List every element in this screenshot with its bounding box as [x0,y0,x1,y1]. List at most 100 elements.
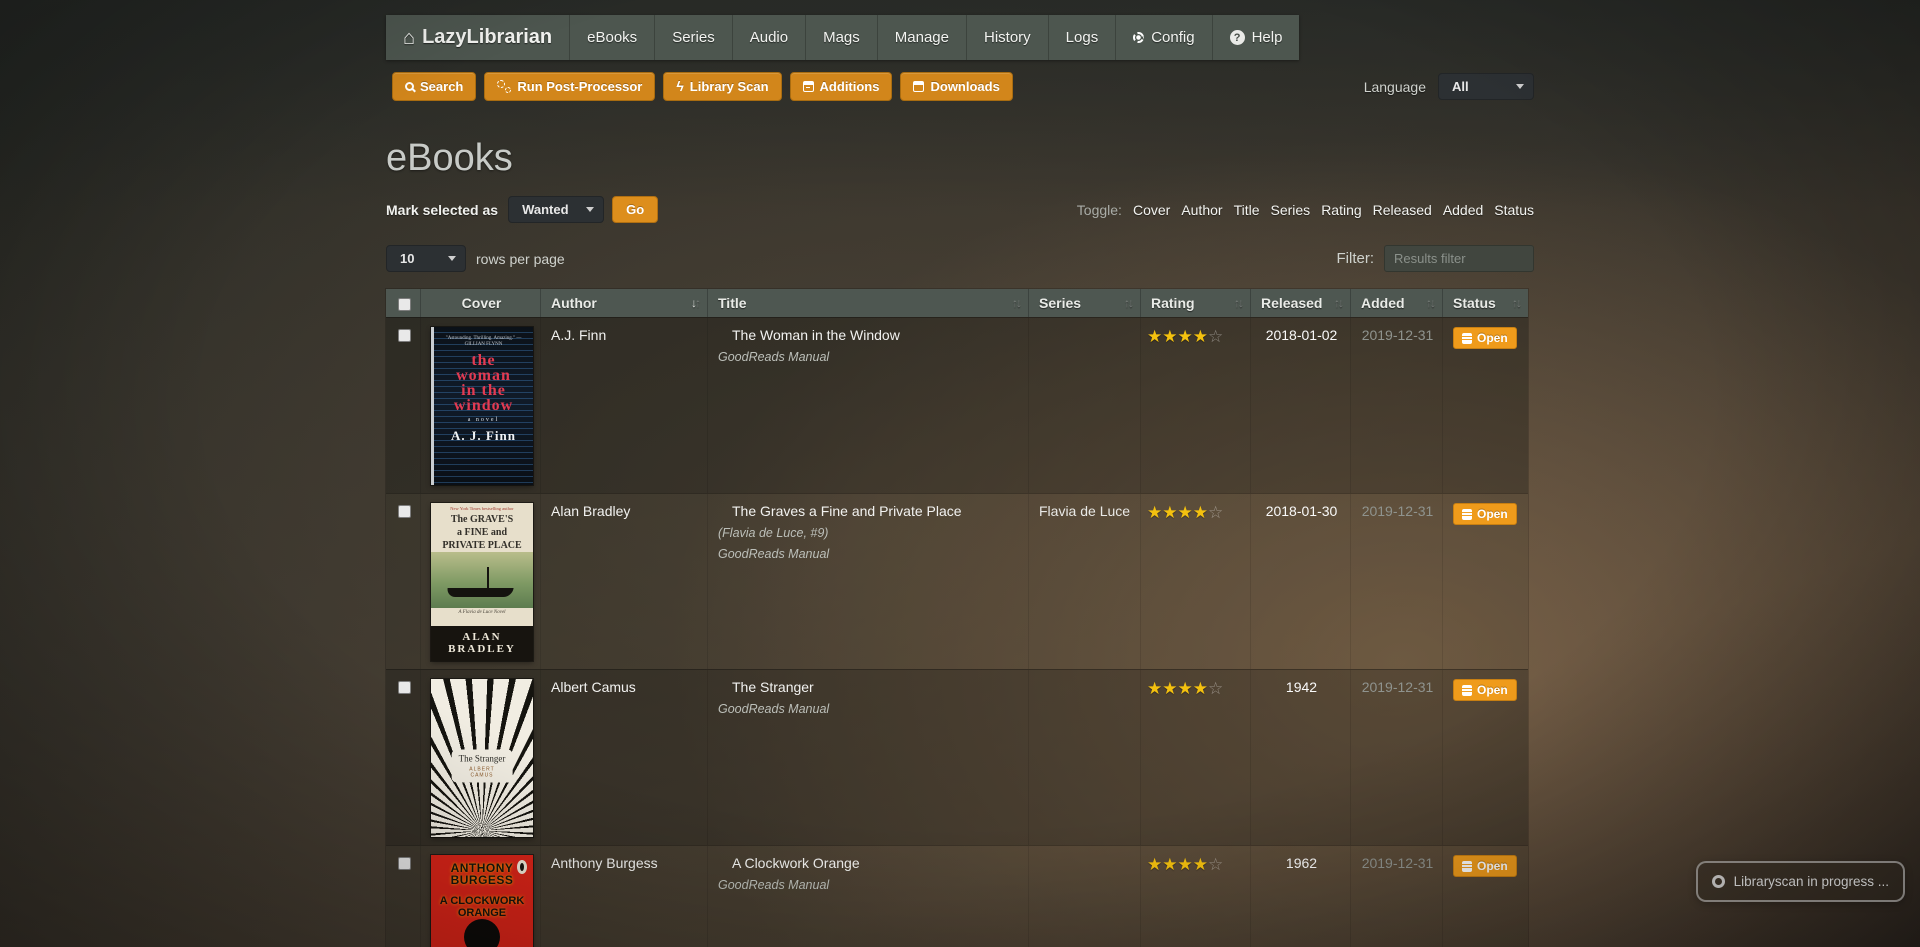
added-date: 2019-12-31 [1350,846,1442,947]
star-filled-icon: ★ [1147,855,1162,874]
open-button[interactable]: Open [1453,503,1517,525]
open-button[interactable]: Open [1453,327,1517,349]
toggle-title[interactable]: Title [1234,202,1260,218]
column-header-rating[interactable]: Rating ↑↓ [1140,289,1250,317]
nav-item-manage[interactable]: Manage [877,15,966,60]
nav-item-series[interactable]: Series [654,15,732,60]
go-button[interactable]: Go [612,196,658,223]
book-cover[interactable]: New York Times bestselling authorThe GRA… [431,503,532,661]
select-all-checkbox[interactable] [398,298,411,311]
title-link[interactable]: The Graves a Fine and Private Place [718,503,962,519]
search-icon [405,82,414,91]
added-date: 2019-12-31 [1350,494,1442,669]
book-cover[interactable]: The StrangerALBERT CAMUS [431,679,532,837]
series-note: (Flavia de Luce, #9) [718,526,1020,540]
released-date: 1942 [1250,670,1350,845]
nav-item-audio[interactable]: Audio [732,15,805,60]
sort-icon: ↓↑ [685,296,699,310]
author-link[interactable]: Alan Bradley [551,503,630,519]
nav-item-mags[interactable]: Mags [805,15,877,60]
sort-icon: ↑↓ [1228,296,1242,310]
table-header: Cover Author ↓↑ Title ↑↓ Series ↑↓ Ratin… [386,289,1528,317]
column-header-released[interactable]: Released ↑↓ [1250,289,1350,317]
book-cover[interactable]: "Astounding. Thrilling. Amazing." —GILLI… [431,327,532,485]
source-label: GoodReads Manual [718,547,1020,561]
toggle-released[interactable]: Released [1373,202,1432,218]
sort-icon: ↑↓ [1506,296,1520,310]
star-empty-icon: ☆ [1208,503,1223,522]
star-filled-icon: ★ [1147,503,1162,522]
column-header-status[interactable]: Status ↑↓ [1442,289,1528,317]
toggle-label: Toggle: [1077,202,1122,218]
source-label: GoodReads Manual [718,878,1020,892]
gear-icon [1133,32,1144,43]
star-empty-icon: ☆ [1208,327,1223,346]
toggle-series[interactable]: Series [1271,202,1311,218]
author-link[interactable]: A.J. Finn [551,327,606,343]
star-filled-icon: ★ [1193,327,1208,346]
lightning-icon: ϟ [676,80,683,93]
star-filled-icon: ★ [1178,503,1193,522]
filter-input[interactable] [1384,245,1534,272]
calendar-plus-icon [803,81,814,92]
author-link[interactable]: Albert Camus [551,679,636,695]
nav-item-help[interactable]: ? Help [1212,15,1300,60]
column-header-title[interactable]: Title ↑↓ [707,289,1028,317]
toggle-cover[interactable]: Cover [1133,202,1170,218]
toggle-group: Toggle: Cover Author Title Series Rating… [1077,202,1534,218]
row-checkbox[interactable] [398,681,411,694]
mark-row: Mark selected as Wanted Go Toggle: Cover… [386,196,1534,223]
author-link[interactable]: Anthony Burgess [551,855,658,871]
books-table-body: "Astounding. Thrilling. Amazing." —GILLI… [386,317,1528,947]
nav-item-config[interactable]: Config [1115,15,1211,60]
added-date: 2019-12-31 [1350,318,1442,493]
row-checkbox[interactable] [398,857,411,870]
nav-item-ebooks[interactable]: eBooks [569,15,654,60]
calendar-icon [913,81,924,92]
open-button[interactable]: Open [1453,679,1517,701]
column-header-cover[interactable]: Cover [420,289,540,317]
table-row: The StrangerALBERT CAMUS Albert Camus Th… [386,669,1528,845]
star-filled-icon: ★ [1178,679,1193,698]
table-row: "Astounding. Thrilling. Amazing." —GILLI… [386,317,1528,493]
toggle-added[interactable]: Added [1443,202,1483,218]
brand[interactable]: ⌂ LazyLibrarian [386,15,569,60]
source-label: GoodReads Manual [718,702,1020,716]
rows-per-page-label: rows per page [476,251,565,267]
table-row: New York Times bestselling authorThe GRA… [386,493,1528,669]
downloads-button[interactable]: Downloads [900,72,1012,101]
title-link[interactable]: The Woman in the Window [718,327,900,343]
spinner-icon [1712,875,1725,888]
search-button[interactable]: Search [392,72,476,101]
column-header-added[interactable]: Added ↑↓ [1350,289,1442,317]
book-cover[interactable]: ANTHONYBURGESSA CLOCKWORKORANGE [431,855,532,947]
mark-selected-label: Mark selected as [386,202,498,218]
sort-icon: ↑↓ [1118,296,1132,310]
nav-item-logs[interactable]: Logs [1048,15,1116,60]
gears-icon [497,80,511,93]
toggle-author[interactable]: Author [1181,202,1222,218]
released-date: 1962 [1250,846,1350,947]
title-link[interactable]: A Clockwork Orange [718,855,860,871]
books-table: Cover Author ↓↑ Title ↑↓ Series ↑↓ Ratin… [386,289,1528,947]
mark-status-select[interactable]: Wanted [508,196,604,223]
column-header-series[interactable]: Series ↑↓ [1028,289,1140,317]
library-scan-button[interactable]: ϟ Library Scan [663,72,781,101]
sort-icon: ↑↓ [1328,296,1342,310]
toggle-rating[interactable]: Rating [1321,202,1361,218]
nav-item-history[interactable]: History [966,15,1048,60]
toggle-status[interactable]: Status [1494,202,1534,218]
additions-button[interactable]: Additions [790,72,893,101]
row-checkbox[interactable] [398,505,411,518]
column-header-author[interactable]: Author ↓↑ [540,289,707,317]
added-date: 2019-12-31 [1350,670,1442,845]
open-button[interactable]: Open [1453,855,1517,877]
released-date: 2018-01-30 [1250,494,1350,669]
title-link[interactable]: The Stranger [718,679,814,695]
rows-per-page-select[interactable]: 10 [386,245,466,272]
select-all-header [386,289,420,317]
run-post-processor-button[interactable]: Run Post-Processor [484,72,655,101]
star-filled-icon: ★ [1193,855,1208,874]
row-checkbox[interactable] [398,329,411,342]
language-select[interactable]: All [1438,73,1534,100]
